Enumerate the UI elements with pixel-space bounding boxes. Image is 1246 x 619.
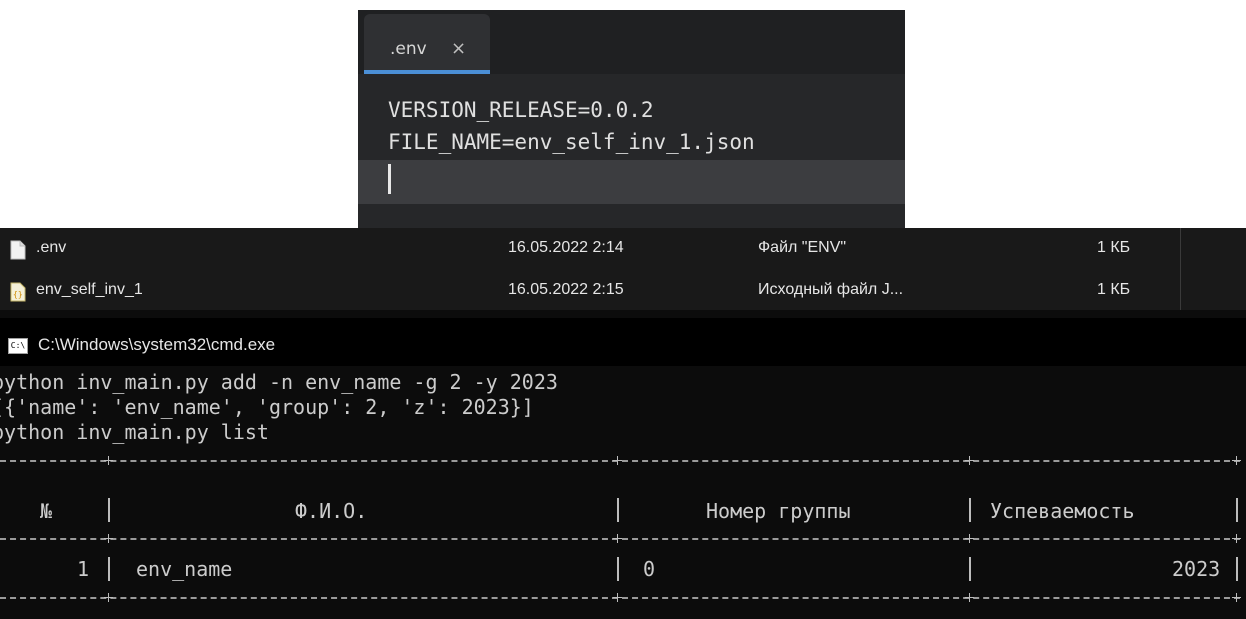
table-header-name: Ф.И.О.: [295, 499, 368, 523]
file-name: env_self_inv_1: [36, 281, 143, 298]
file-date: 16.05.2022 2:15: [508, 281, 624, 298]
table-separator: [108, 498, 110, 522]
file-name: .env: [36, 239, 67, 256]
table-header-number: №: [40, 499, 53, 523]
table-junction: [965, 534, 974, 543]
close-icon[interactable]: ×: [451, 38, 466, 59]
table-separator: [1236, 557, 1238, 581]
cmd-window: C:\ C:\Windows\system32\cmd.exe python i…: [0, 310, 1246, 619]
table-header-group: Номер группы: [706, 499, 851, 523]
file-size: 1 КБ: [1097, 281, 1131, 298]
table-junction: [613, 456, 622, 465]
table-separator: [1236, 498, 1238, 522]
table-cell-number: 1: [77, 557, 90, 581]
table-junction: [104, 593, 113, 602]
file-type: Файл "ENV": [758, 239, 847, 256]
current-line-highlight: [358, 160, 905, 204]
file-row-env[interactable]: .env 16.05.2022 2:14 Файл "ENV" 1 КБ: [0, 234, 1180, 264]
terminal-line: python inv_main.py add -n env_name -g 2 …: [0, 370, 558, 394]
table-junction: [104, 456, 113, 465]
file-list: .env 16.05.2022 2:14 Файл "ENV" 1 КБ {} …: [0, 228, 1246, 310]
terminal-line: python inv_main.py list: [0, 420, 269, 444]
table-junction: [104, 534, 113, 543]
editor-window: .env × VERSION_RELEASE=0.0.2 FILE_NAME=e…: [358, 10, 905, 228]
table-separator: [969, 557, 971, 581]
table-separator: [617, 498, 619, 522]
code-line: VERSION_RELEASE=0.0.2: [388, 98, 654, 122]
table-cell-progress: 2023: [1172, 557, 1221, 581]
editor-tab-bar: .env ×: [358, 10, 905, 74]
table-cell-name: env_name: [136, 557, 233, 581]
file-type: Исходный файл J...: [758, 281, 904, 298]
file-row-json[interactable]: {} env_self_inv_1 16.05.2022 2:15 Исходн…: [0, 276, 1180, 306]
terminal-output[interactable]: python inv_main.py add -n env_name -g 2 …: [0, 370, 558, 445]
table-junction: [1232, 593, 1241, 602]
cmd-title-bar[interactable]: C:\ C:\Windows\system32\cmd.exe: [0, 318, 1246, 366]
table-junction: [965, 456, 974, 465]
table-junction: [1232, 456, 1241, 465]
editor-tab-env[interactable]: .env ×: [364, 14, 490, 74]
editor-tab-label: .env: [390, 39, 427, 59]
student-table: № Ф.И.О. Номер группы Успеваемость 1 env…: [0, 454, 1246, 619]
json-file-icon: {}: [10, 282, 26, 302]
column-divider: [1180, 228, 1181, 310]
svg-text:{}: {}: [13, 290, 23, 299]
table-junction: [965, 593, 974, 602]
editor-code-area[interactable]: VERSION_RELEASE=0.0.2 FILE_NAME=env_self…: [388, 94, 755, 158]
file-size: 1 КБ: [1097, 239, 1131, 256]
table-separator: [108, 557, 110, 581]
code-line: FILE_NAME=env_self_inv_1.json: [388, 130, 755, 154]
table-junction: [1232, 534, 1241, 543]
table-header-progress: Успеваемость: [990, 499, 1135, 523]
cmd-icon: C:\: [8, 338, 28, 354]
window-title: C:\Windows\system32\cmd.exe: [38, 335, 276, 354]
table-cell-group: 0: [643, 557, 656, 581]
text-caret: [388, 164, 391, 194]
table-separator: [617, 557, 619, 581]
table-separator: [969, 498, 971, 522]
terminal-line: [{'name': 'env_name', 'group': 2, 'z': 2…: [0, 395, 534, 419]
file-date: 16.05.2022 2:14: [508, 239, 624, 256]
table-junction: [613, 534, 622, 543]
generic-file-icon: [10, 240, 26, 260]
table-junction: [613, 593, 622, 602]
